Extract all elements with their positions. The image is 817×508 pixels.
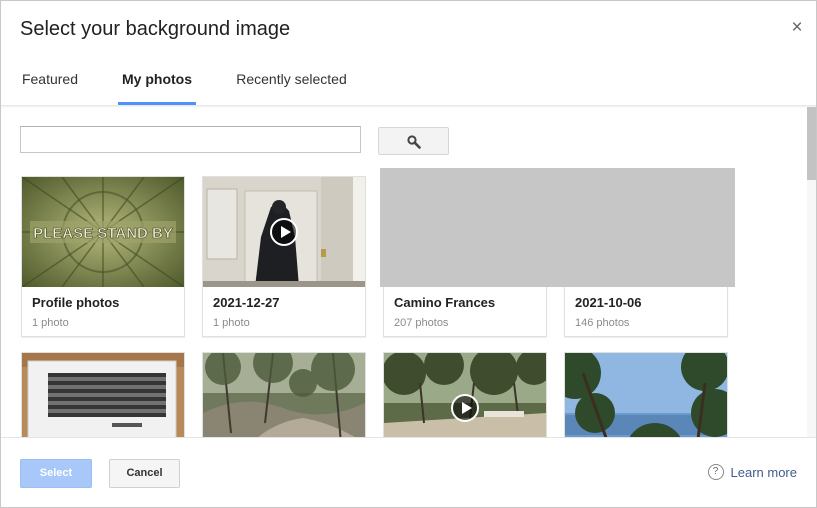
search-icon xyxy=(407,135,421,149)
album-2021-12-27[interactable]: 2021-12-27 1 photo xyxy=(202,176,366,337)
album-thumbnail-row2-1[interactable] xyxy=(21,352,185,437)
tab-bar: Featured My photos Recently selected xyxy=(1,57,816,105)
select-button[interactable]: Select xyxy=(20,459,92,488)
search-input[interactable] xyxy=(20,126,361,153)
album-name: Profile photos xyxy=(32,295,120,310)
dialog-title: Select your background image xyxy=(20,18,291,40)
album-thumbnail: PLEASE STAND BY xyxy=(22,177,184,287)
tab-recently-selected[interactable]: Recently selected xyxy=(235,57,348,103)
album-count: 1 photo xyxy=(32,317,69,329)
tab-my-photos[interactable]: My photos xyxy=(118,57,196,105)
photos-panel[interactable]: PLEASE STAND BY Profile photos 1 photo 2… xyxy=(1,107,808,437)
tab-featured[interactable]: Featured xyxy=(21,57,79,103)
album-thumbnail-row2-4[interactable] xyxy=(564,352,728,437)
album-thumbnail xyxy=(203,353,365,437)
dialog-footer: Select Cancel ? Learn more xyxy=(1,437,816,507)
album-name: 2021-12-27 xyxy=(213,295,280,310)
album-thumbnail xyxy=(565,353,727,437)
album-profile-photos[interactable]: PLEASE STAND BY Profile photos 1 photo xyxy=(21,176,185,337)
scrollbar-thumb[interactable] xyxy=(807,107,816,180)
album-thumbnail xyxy=(384,353,546,437)
cancel-button[interactable]: Cancel xyxy=(109,459,180,488)
album-name: 2021-10-06 xyxy=(575,295,642,310)
album-thumbnail-row2-3[interactable] xyxy=(383,352,547,437)
close-icon[interactable]: × xyxy=(788,18,806,37)
album-count: 207 photos xyxy=(394,317,449,329)
album-thumbnail xyxy=(203,177,365,287)
learn-more-link[interactable]: ? Learn more xyxy=(707,464,797,480)
help-icon: ? xyxy=(707,464,724,480)
background-image-dialog: Select your background image × Featured … xyxy=(0,0,817,508)
album-count: 1 photo xyxy=(213,317,250,329)
profile-thumbnail-text: PLEASE STAND BY xyxy=(33,225,173,242)
play-icon xyxy=(270,218,298,246)
loading-placeholder xyxy=(380,168,735,287)
album-count: 146 photos xyxy=(575,317,630,329)
album-thumbnail-row2-2[interactable] xyxy=(202,352,366,437)
search-button[interactable] xyxy=(378,127,449,155)
album-name: Camino Frances xyxy=(394,295,496,310)
album-thumbnail xyxy=(22,353,184,437)
vertical-scrollbar[interactable] xyxy=(807,107,816,437)
learn-more-label: Learn more xyxy=(730,464,797,480)
play-icon xyxy=(451,394,479,422)
